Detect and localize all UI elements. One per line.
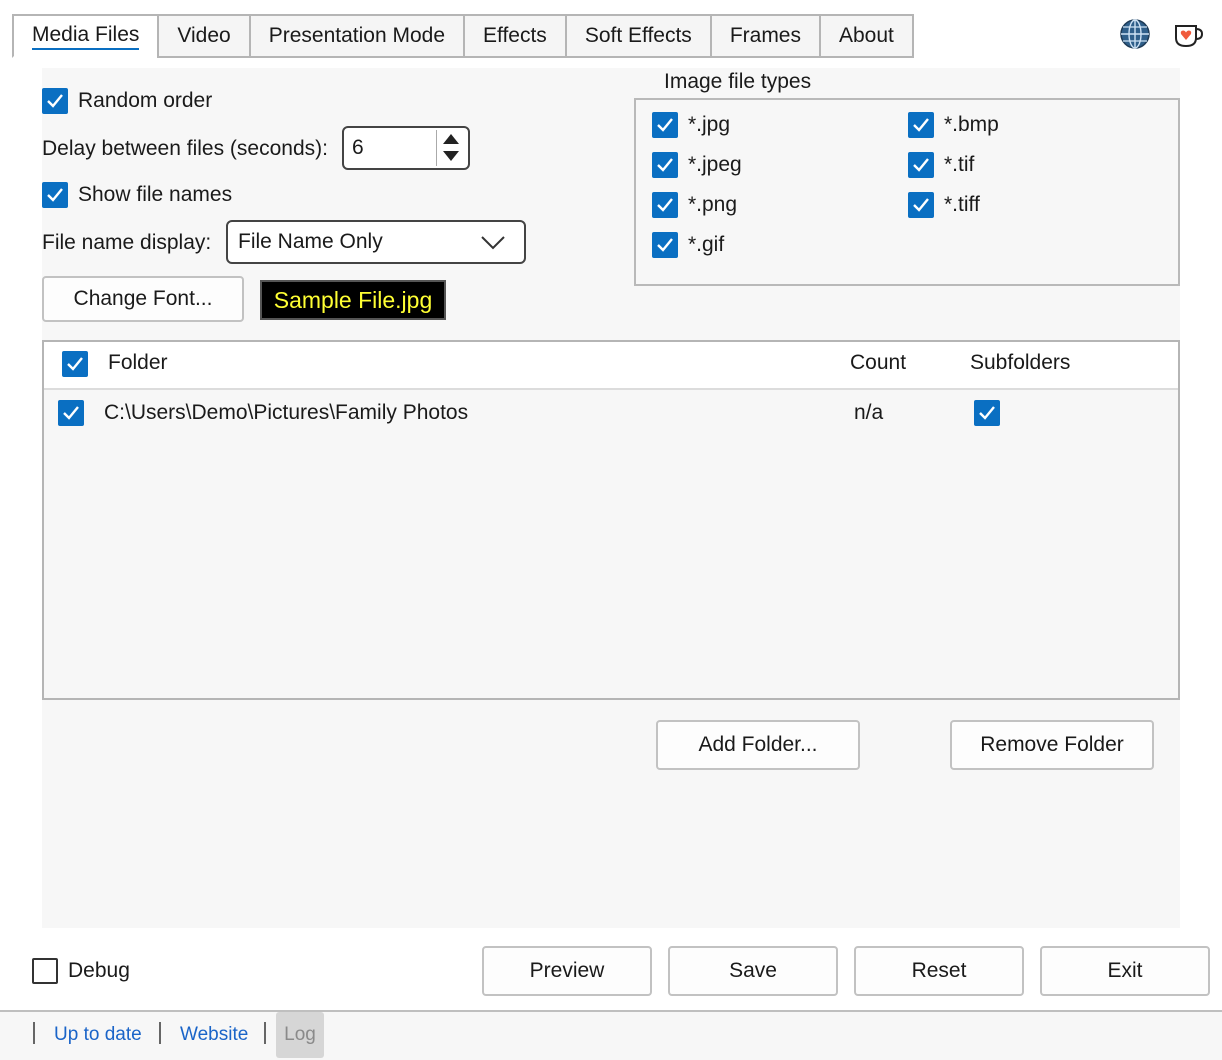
file-name-display-dropdown[interactable]: File Name Only <box>226 220 526 264</box>
debug-checkbox[interactable] <box>32 958 58 984</box>
tab-effects[interactable]: Effects <box>463 14 565 58</box>
delay-value: 6 <box>352 136 364 159</box>
filetype-label: *.png <box>688 193 738 216</box>
status-divider <box>33 1022 35 1044</box>
save-button[interactable]: Save <box>668 946 838 996</box>
filetype-tiff-checkbox[interactable] <box>908 192 934 218</box>
column-header-count[interactable]: Count <box>850 351 906 375</box>
folder-row-checkbox[interactable] <box>58 400 84 426</box>
tab-label: Effects <box>483 24 547 47</box>
status-divider <box>264 1022 266 1044</box>
website-link[interactable]: Website <box>180 1024 248 1046</box>
remove-folder-button[interactable]: Remove Folder <box>950 720 1154 770</box>
delay-label: Delay between files (seconds): <box>42 137 328 160</box>
folder-path: C:\Users\Demo\Pictures\Family Photos <box>104 401 469 424</box>
tab-presentation-mode[interactable]: Presentation Mode <box>248 14 463 58</box>
tab-media-files[interactable]: Media Files <box>12 14 158 58</box>
filetype-label: *.tiff <box>944 193 980 216</box>
font-sample-preview: Sample File.jpg <box>260 280 446 320</box>
tab-label: Frames <box>729 24 801 47</box>
checkmark-icon <box>47 94 63 108</box>
checkmark-icon <box>657 198 673 212</box>
debug-label: Debug <box>68 959 130 982</box>
checkmark-icon <box>913 118 929 132</box>
filetype-png-checkbox[interactable] <box>652 192 678 218</box>
show-file-names-checkbox[interactable] <box>42 182 68 208</box>
filetype-tif-checkbox[interactable] <box>908 152 934 178</box>
log-button[interactable]: Log <box>276 1012 324 1058</box>
tab-label: Video <box>177 24 231 47</box>
exit-button[interactable]: Exit <box>1040 946 1210 996</box>
subfolders-checkbox[interactable] <box>974 400 1000 426</box>
delay-stepper[interactable]: 6 <box>342 126 470 170</box>
checkmark-icon <box>657 158 673 172</box>
filetype-label: *.jpg <box>688 113 731 136</box>
checkmark-icon <box>657 118 673 132</box>
column-header-folder[interactable]: Folder <box>108 351 168 375</box>
group-title: Image file types <box>658 70 818 94</box>
filetype-jpeg-checkbox[interactable] <box>652 152 678 178</box>
tab-label: About <box>839 24 894 47</box>
chevron-down-icon <box>481 236 505 250</box>
dropdown-value: File Name Only <box>238 230 383 253</box>
up-to-date-link[interactable]: Up to date <box>54 1024 142 1046</box>
status-divider <box>159 1022 161 1044</box>
random-order-label: Random order <box>78 89 213 112</box>
filetype-label: *.jpeg <box>688 153 742 176</box>
filetype-label: *.gif <box>688 233 725 256</box>
filetype-label: *.tif <box>944 153 975 176</box>
preview-button[interactable]: Preview <box>482 946 652 996</box>
tab-bar: Media Files Video Presentation Mode Effe… <box>12 14 914 58</box>
stepper-down-icon[interactable] <box>443 151 459 161</box>
change-font-button[interactable]: Change Font... <box>42 276 244 322</box>
checkmark-icon <box>913 198 929 212</box>
filetype-bmp-checkbox[interactable] <box>908 112 934 138</box>
folder-count: n/a <box>854 401 884 424</box>
tab-video[interactable]: Video <box>157 14 249 58</box>
tab-about[interactable]: About <box>819 14 914 58</box>
filetype-jpg-checkbox[interactable] <box>652 112 678 138</box>
filetype-gif-checkbox[interactable] <box>652 232 678 258</box>
checkmark-icon <box>67 357 83 371</box>
checkmark-icon <box>913 158 929 172</box>
checkmark-icon <box>47 188 63 202</box>
filetype-label: *.bmp <box>944 113 999 136</box>
stepper-buttons <box>436 130 466 166</box>
add-folder-button[interactable]: Add Folder... <box>656 720 860 770</box>
checkmark-icon <box>657 238 673 252</box>
tab-soft-effects[interactable]: Soft Effects <box>564 14 710 58</box>
file-name-display-label: File name display: <box>42 231 212 254</box>
show-file-names-label: Show file names <box>78 183 233 206</box>
tab-frames[interactable]: Frames <box>709 14 819 58</box>
tab-label: Media Files <box>32 23 140 50</box>
checkmark-icon <box>63 406 79 420</box>
checkmark-icon <box>979 406 995 420</box>
random-order-checkbox[interactable] <box>42 88 68 114</box>
reset-button[interactable]: Reset <box>854 946 1024 996</box>
tab-label: Soft Effects <box>584 24 692 47</box>
column-header-subfolders[interactable]: Subfolders <box>970 351 1070 375</box>
folder-list[interactable] <box>42 340 1180 700</box>
globe-icon[interactable] <box>1119 18 1151 50</box>
tab-label: Presentation Mode <box>268 24 445 47</box>
stepper-up-icon[interactable] <box>443 134 459 144</box>
coffee-cup-icon[interactable] <box>1172 18 1204 50</box>
select-all-folders-checkbox[interactable] <box>62 351 88 377</box>
